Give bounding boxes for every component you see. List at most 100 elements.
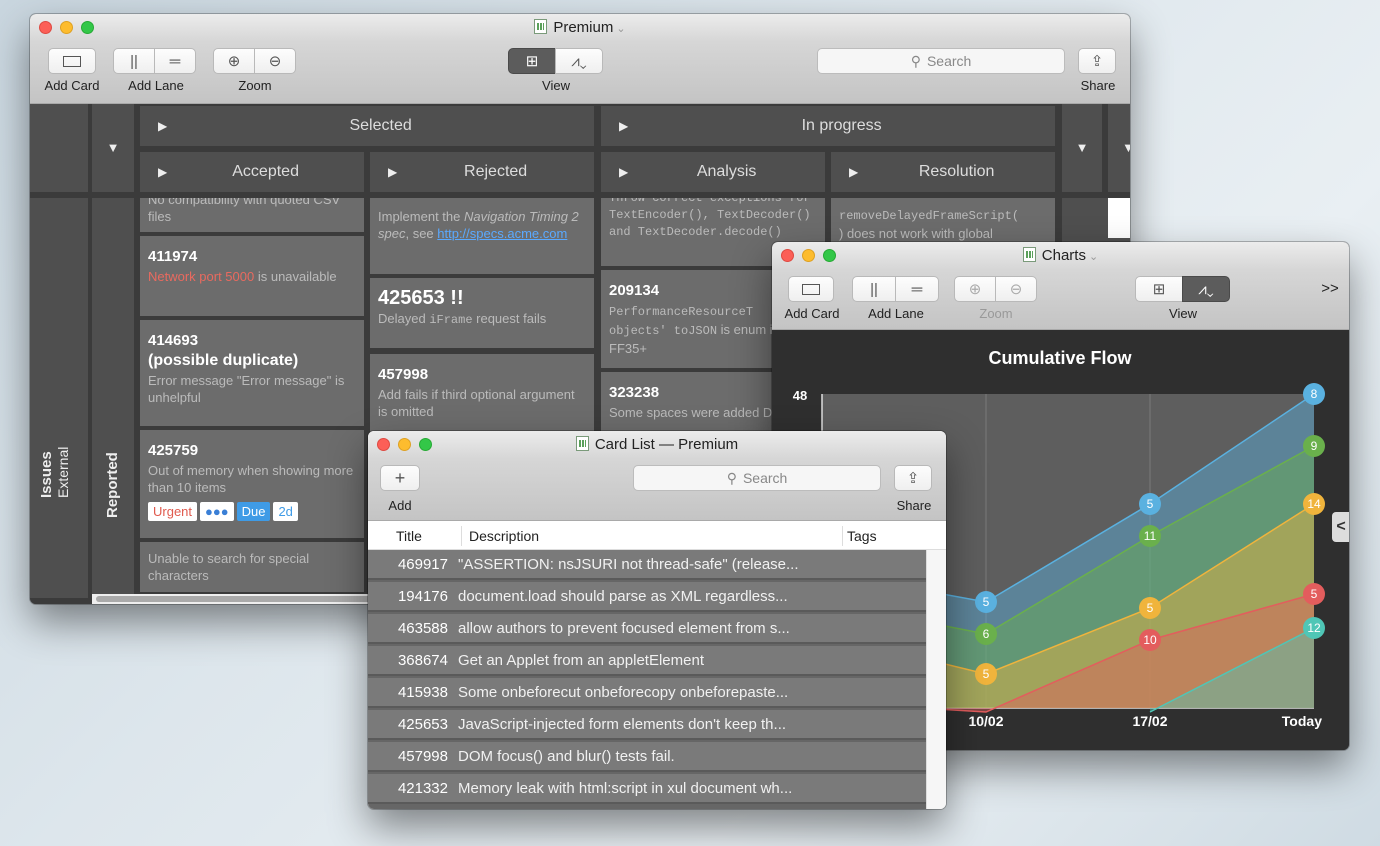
zoom-out-button[interactable]: ⊖ xyxy=(254,48,296,74)
minimize-button[interactable] xyxy=(398,438,411,451)
add-vertical-lane-button[interactable]: || xyxy=(113,48,155,74)
search-placeholder: Search xyxy=(926,53,972,69)
card-description: request fails xyxy=(472,311,547,326)
search-input[interactable]: ⚲ Search xyxy=(817,48,1065,74)
card[interactable]: 425759 Out of memory when showing more th… xyxy=(140,430,364,538)
window-title[interactable]: Card List — Premium xyxy=(595,436,738,453)
zoom-in-button[interactable]: ⊕ xyxy=(213,48,255,74)
row-title: 425653 xyxy=(397,715,448,733)
board-view-button[interactable]: ⊞ xyxy=(1135,276,1183,302)
collapsed-lane-far-right[interactable]: ▼ xyxy=(1108,104,1130,192)
search-input[interactable]: ⚲ Search xyxy=(633,465,881,491)
add-card-button[interactable] xyxy=(788,276,834,302)
tag-urgent[interactable]: Urgent xyxy=(148,502,198,521)
main-titlebar: Premium ⌄ xyxy=(30,14,1130,42)
share-button[interactable]: ⇪ xyxy=(1078,48,1116,74)
close-button[interactable] xyxy=(781,249,794,262)
scrollbar-thumb[interactable] xyxy=(96,596,388,602)
card-list-toolbar: + Add ⚲ Search ⇪ Share xyxy=(368,459,946,521)
horizontal-scrollbar[interactable] xyxy=(92,594,392,604)
column-header-tags[interactable]: Tags xyxy=(847,528,877,544)
card-description: is unavailable xyxy=(254,269,337,284)
lane-rejected[interactable]: ▶ Rejected xyxy=(370,152,594,192)
card[interactable]: 457998 Add fails if third optional argume… xyxy=(370,354,594,434)
lane-analysis[interactable]: ▶ Analysis xyxy=(601,152,825,192)
group-in-progress[interactable]: ▶ In progress xyxy=(601,106,1055,146)
zoom-window-button[interactable] xyxy=(419,438,432,451)
table-row[interactable]: 415938 Some onbeforecut onbeforecopy onbe… xyxy=(368,678,926,708)
table-row[interactable]: 425653 JavaScript-injected form elements … xyxy=(368,710,926,740)
minimize-button[interactable] xyxy=(802,249,815,262)
row-header-reported[interactable]: Reported xyxy=(92,198,134,598)
lane-resolution[interactable]: ▶ Resolution xyxy=(831,152,1055,192)
add-horizontal-lane-button[interactable]: ═ xyxy=(895,276,939,302)
card[interactable]: No compatibility with quoted CSV files xyxy=(140,198,364,232)
x-tick-label: 10/02 xyxy=(968,713,1003,729)
card[interactable]: 425653 !! Delayed iFrame request fails xyxy=(370,278,594,348)
tag-priority[interactable]: ●●● xyxy=(200,502,234,521)
expand-icon: ▶ xyxy=(158,119,168,133)
row-header-issues[interactable]: Issues External xyxy=(30,198,88,598)
minimize-button[interactable] xyxy=(60,21,73,34)
close-button[interactable] xyxy=(377,438,390,451)
card-description: Some spaces were added DOM xyxy=(609,405,794,420)
document-icon xyxy=(1022,247,1036,262)
card[interactable]: Implement the Navigation Timing 2 spec, … xyxy=(370,198,594,274)
zoom-in-button[interactable]: ⊕ xyxy=(954,276,996,302)
row-title: 421332 xyxy=(397,779,448,797)
row-description: document.load should parse as XML regard… xyxy=(458,587,788,605)
add-label: Add xyxy=(388,498,412,513)
expand-icon: ▶ xyxy=(158,165,168,179)
card[interactable]: Unable to search for special characters xyxy=(140,542,364,592)
tag-due[interactable]: Due xyxy=(236,502,271,521)
table-row[interactable]: 463588 allow authors to prevent focused e… xyxy=(368,614,926,644)
side-collapse-tab[interactable]: < xyxy=(1332,512,1349,542)
share-button[interactable]: ⇪ xyxy=(894,465,932,491)
line-chart-icon: ⩘⌄ xyxy=(1198,280,1214,298)
card-link[interactable]: http://specs.acme.com xyxy=(437,226,567,241)
board-edge xyxy=(1108,198,1130,238)
table-row[interactable]: 368674 Get an Applet from an appletElemen… xyxy=(368,646,926,676)
view-label: View xyxy=(542,78,570,93)
vertical-scrollbar[interactable] xyxy=(926,550,946,809)
external-label: External xyxy=(55,446,71,498)
add-horizontal-lane-button[interactable]: ═ xyxy=(154,48,196,74)
add-button[interactable]: + xyxy=(380,465,420,491)
column-divider xyxy=(461,526,462,546)
add-vertical-lane-button[interactable]: || xyxy=(852,276,896,302)
zoom-window-button[interactable] xyxy=(81,21,94,34)
table-row[interactable]: 457998 DOM focus() and blur() tests fail. xyxy=(368,742,926,772)
table-row[interactable]: 194176 document.load should parse as XML … xyxy=(368,582,926,612)
board-view-button[interactable]: ⊞ xyxy=(508,48,556,74)
chart-view-button[interactable]: ⩘⌄ xyxy=(555,48,603,74)
data-label: 5 xyxy=(983,667,990,681)
card[interactable]: 414693 (possible duplicate) Error message … xyxy=(140,320,364,426)
toolbar-overflow-button[interactable]: >> xyxy=(1320,280,1340,297)
zoom-window-button[interactable] xyxy=(823,249,836,262)
close-button[interactable] xyxy=(39,21,52,34)
x-tick-label: 17/02 xyxy=(1132,713,1167,729)
expand-icon: ▶ xyxy=(619,165,629,179)
collapsed-lane-right[interactable]: ▼ xyxy=(1062,104,1102,192)
row-description: DOM focus() and blur() tests fail. xyxy=(458,747,675,765)
lane-accepted[interactable]: ▶ Accepted xyxy=(140,152,364,192)
card[interactable]: 411974 Network port 5000 is unavailable xyxy=(140,236,364,316)
zoom-out-button[interactable]: ⊖ xyxy=(995,276,1037,302)
tag-days[interactable]: 2d xyxy=(273,502,298,521)
chart-view-button[interactable]: ⩘⌄ xyxy=(1182,276,1230,302)
charts-toolbar: Add Card || ═ Add Lane ⊕ ⊖ Zoom ⊞ ⩘⌄ Vie… xyxy=(772,270,1349,330)
window-title[interactable]: Premium xyxy=(553,19,613,36)
data-label: 9 xyxy=(1311,439,1318,453)
column-header-title[interactable]: Title xyxy=(396,528,422,544)
column-header-description[interactable]: Description xyxy=(469,528,539,544)
table-row[interactable]: 469917 "ASSERTION: nsJSURI not thread-saf… xyxy=(368,550,926,580)
add-card-button[interactable] xyxy=(48,48,96,74)
window-title[interactable]: Charts xyxy=(1042,247,1086,264)
row-title: 368674 xyxy=(397,651,448,669)
card-description: No compatibility with quoted CSV files xyxy=(148,198,341,224)
group-selected[interactable]: ▶ Selected xyxy=(140,106,594,146)
table-row[interactable]: 421332 Memory leak with html:script in xu… xyxy=(368,774,926,804)
reported-label: Reported xyxy=(104,452,121,518)
collapse-toggle[interactable]: ▼ xyxy=(92,104,134,192)
card[interactable]: removeDelayedFrameScript() does not work… xyxy=(831,198,1055,248)
